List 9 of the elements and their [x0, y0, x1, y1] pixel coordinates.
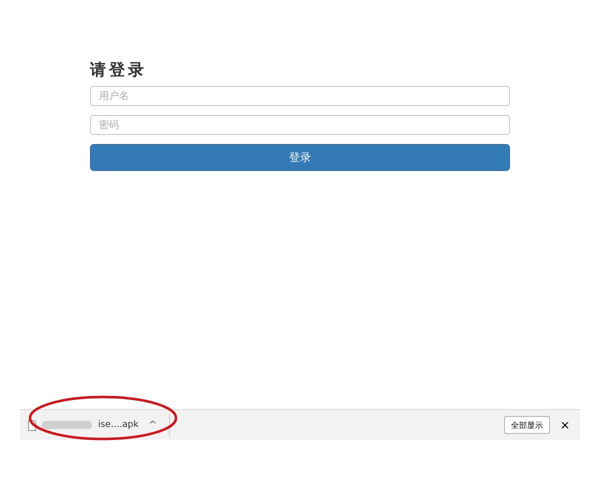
login-button[interactable]: 登录 [90, 144, 510, 171]
download-filename[interactable]: ise....apk [98, 420, 139, 430]
login-title: 请登录 [90, 60, 148, 81]
caret-icon[interactable]: ^ [148, 420, 158, 430]
close-button[interactable]: × [558, 418, 572, 432]
username-field[interactable]: 用户名 [90, 86, 510, 106]
blurred-filename [42, 421, 92, 429]
password-field[interactable]: 密码 [90, 115, 510, 135]
show-all-button[interactable]: 全部显示 [504, 416, 550, 434]
